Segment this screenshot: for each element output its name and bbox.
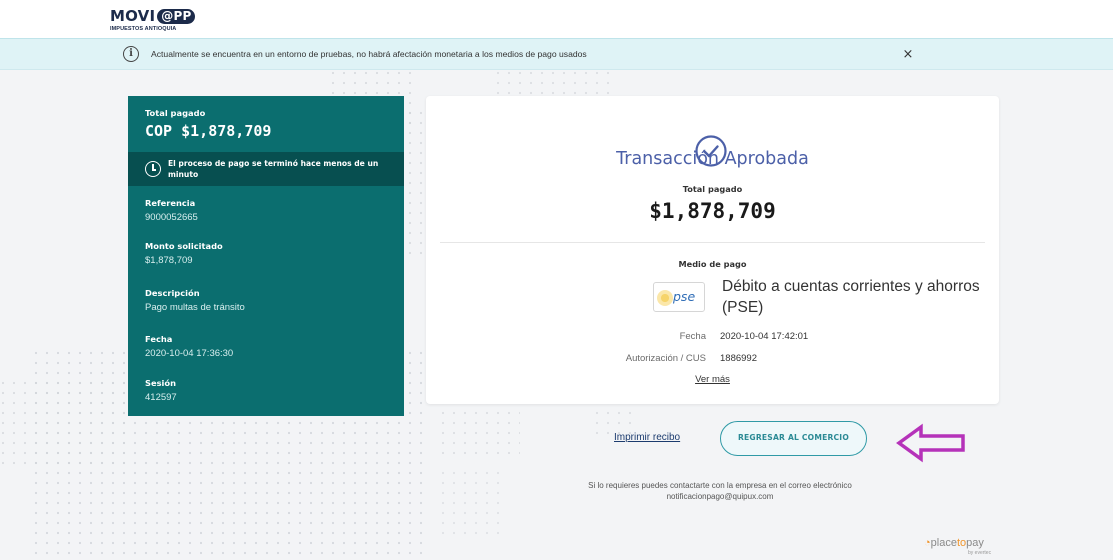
evertec-byline: by evertec xyxy=(968,550,992,556)
brand-to: to xyxy=(956,537,967,549)
top-bar: MOVI @PP IMPUESTOS ANTIOQUIA xyxy=(0,0,1113,38)
summary-field-label: Sesión xyxy=(145,378,176,388)
summary-field-value: 9000052665 xyxy=(145,212,198,223)
logo-main-text: MOVI xyxy=(110,7,156,25)
clock-icon xyxy=(145,161,161,177)
payment-method-label: Medio de pago xyxy=(678,259,747,269)
payment-summary-panel: Total pagado COP $1,878,709 El proceso d… xyxy=(128,96,404,416)
contact-text: Si lo requieres puedes contactarte con l… xyxy=(588,481,852,490)
summary-field-value: 412597 xyxy=(145,392,177,403)
contact-email: notificacionpago@quipux.com xyxy=(666,492,774,501)
pse-logo-mark xyxy=(657,290,673,306)
transaction-status-title: Transacción Aprobada xyxy=(616,149,809,169)
pse-logo: pse xyxy=(653,282,705,312)
detail-label: Fecha xyxy=(679,331,706,342)
process-status-text: El proceso de pago se terminó hace menos… xyxy=(168,159,379,179)
summary-field-referencia: Referencia 9000052665 xyxy=(145,198,198,223)
summary-field-descripcion: Descripción Pago multas de tránsito xyxy=(145,288,245,313)
brand-place: place xyxy=(930,537,957,549)
summary-field-sesion: Sesión 412597 xyxy=(145,378,177,403)
placetopay-wordmark: ◔placetopay xyxy=(924,537,984,549)
close-icon[interactable]: × xyxy=(898,45,918,65)
summary-total-value: COP $1,878,709 xyxy=(145,122,272,140)
test-environment-notice: i Actualmente se encuentra en un entorno… xyxy=(0,38,1113,70)
movi-app-logo[interactable]: MOVI @PP IMPUESTOS ANTIOQUIA xyxy=(110,7,196,32)
detail-row-autorizacion: Autorización / CUS 1886992 xyxy=(426,353,999,367)
card-total-value: $1,878,709 xyxy=(649,199,776,223)
notice-text: Actualmente se encuentra en un entorno d… xyxy=(151,49,587,59)
summary-field-label: Descripción xyxy=(145,288,200,298)
left-arrow-annotation-icon xyxy=(896,423,965,463)
card-divider xyxy=(440,242,985,243)
summary-field-value: 2020-10-04 17:36:30 xyxy=(145,348,234,359)
detail-value: 1886992 xyxy=(720,353,757,364)
info-circle-icon: i xyxy=(123,46,139,62)
logo-pill-text: @PP xyxy=(157,8,196,24)
summary-total-label: Total pagado xyxy=(145,108,206,118)
card-total-label: Total pagado xyxy=(682,184,743,194)
payment-method-name: Débito a cuentas corrientes y ahorros (P… xyxy=(722,278,980,316)
detail-label: Autorización / CUS xyxy=(625,353,706,364)
summary-total: Total pagado COP $1,878,709 xyxy=(145,108,271,140)
transaction-result-card: Transacción Aprobada Total pagado $1,878… xyxy=(426,96,999,404)
summary-field-value: Pago multas de tránsito xyxy=(145,302,245,313)
logo-subtitle: IMPUESTOS ANTIOQUIA xyxy=(110,26,177,32)
summary-field-label: Referencia xyxy=(145,198,196,208)
ver-mas-link[interactable]: Ver más xyxy=(426,374,999,385)
pse-logo-text: pse xyxy=(673,289,696,304)
return-to-merchant-button[interactable]: REGRESAR AL COMERCIO xyxy=(720,421,867,456)
summary-field-label: Fecha xyxy=(145,334,173,344)
detail-value: 2020-10-04 17:42:01 xyxy=(720,331,809,342)
placetopay-logo: ◔placetopay by evertec xyxy=(924,537,1004,557)
logo-wordmark: MOVI @PP xyxy=(110,7,196,25)
print-receipt-link[interactable]: Imprimir recibo xyxy=(614,432,680,443)
summary-field-fecha: Fecha 2020-10-04 17:36:30 xyxy=(145,334,233,359)
summary-field-label: Monto solicitado xyxy=(145,241,223,251)
detail-row-fecha: Fecha 2020-10-04 17:42:01 xyxy=(426,331,999,345)
summary-field-monto: Monto solicitado $1,878,709 xyxy=(145,241,223,266)
brand-pay: pay xyxy=(966,537,984,549)
contact-info: Si lo requieres puedes contactarte con l… xyxy=(540,480,900,502)
summary-field-value: $1,878,709 xyxy=(145,255,193,266)
process-status-box: El proceso de pago se terminó hace menos… xyxy=(128,152,404,186)
